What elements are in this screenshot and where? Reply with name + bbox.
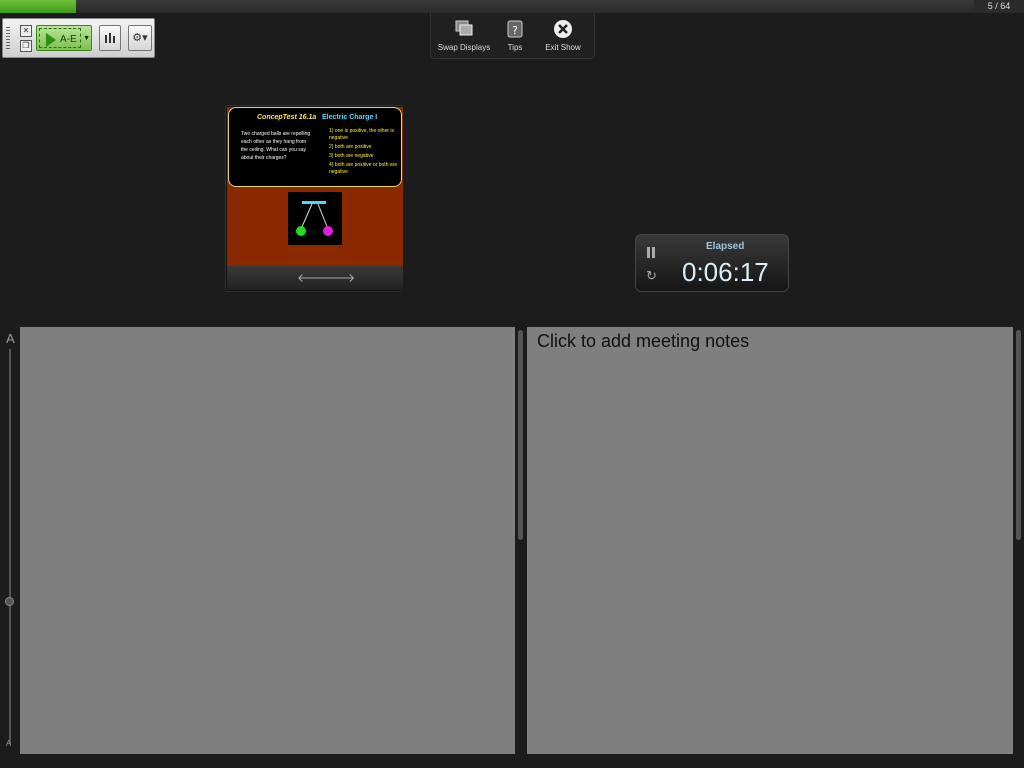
- slide-progress-fill: [0, 0, 76, 13]
- slide-option: 2) both are positive: [329, 144, 372, 150]
- slide-title: ConcepTest 16.1a: [257, 114, 317, 121]
- meeting-notes-scrollbar[interactable]: [1016, 330, 1021, 540]
- copy-icon[interactable]: ❐: [20, 40, 32, 52]
- start-poll-inner: A-E: [39, 28, 81, 48]
- presenter-notes-area[interactable]: [20, 327, 515, 754]
- current-slide-preview[interactable]: ConcepTest 16.1a Electric Charge I Two c…: [225, 105, 403, 292]
- exit-show-label: Exit Show: [545, 43, 581, 52]
- start-poll-label: A-E: [60, 34, 77, 45]
- settings-button[interactable]: ⚙▾: [128, 25, 152, 51]
- bar-chart-icon: [105, 33, 115, 43]
- close-circle-icon: [554, 20, 572, 38]
- font-size-slider: A A: [0, 327, 20, 754]
- reset-icon[interactable]: ↻: [646, 268, 657, 284]
- swap-displays-label: Swap Displays: [437, 43, 491, 52]
- slide-question-box: ConcepTest 16.1a Electric Charge I Two c…: [228, 107, 402, 187]
- elapsed-timer: Elapsed ↻ 0:06:17: [635, 234, 789, 292]
- font-size-small-label: A: [6, 739, 12, 748]
- next-slide-arrow-icon[interactable]: 🡒: [323, 270, 355, 285]
- chevron-down-icon[interactable]: ▼: [83, 35, 90, 42]
- swap-displays-button[interactable]: Swap Displays: [437, 17, 491, 52]
- slide-counter: 5 / 64: [974, 0, 1024, 13]
- bar-chart-button[interactable]: [99, 25, 121, 51]
- svg-text:?: ?: [512, 24, 518, 37]
- presenter-controls: Swap Displays ? Tips Exit Show: [430, 13, 595, 59]
- play-icon: [46, 33, 56, 47]
- question-icon: ?: [507, 20, 523, 38]
- timer-value: 0:06:17: [682, 257, 769, 287]
- meeting-notes-placeholder: Click to add meeting notes: [537, 331, 750, 351]
- slide-question: Two charged balls are repelling each oth…: [241, 131, 311, 161]
- slide-progress-bar: [0, 0, 974, 13]
- timer-label: Elapsed: [706, 241, 745, 252]
- meeting-notes-area[interactable]: Click to add meeting notes: [527, 327, 1013, 754]
- font-size-knob[interactable]: [5, 597, 14, 606]
- pause-icon[interactable]: [646, 247, 656, 258]
- slide-option: 3) both are negative: [329, 153, 374, 159]
- slide-options: 1) one is positive, the other is negativ…: [329, 128, 401, 178]
- tips-label: Tips: [507, 43, 523, 52]
- presenter-notes-scrollbar[interactable]: [518, 330, 523, 540]
- slide-option: 4) both are positive or both are negativ…: [329, 162, 398, 175]
- close-icon[interactable]: ✕: [20, 25, 32, 37]
- gear-icon: ⚙▾: [132, 32, 148, 44]
- font-size-large-label: A: [6, 331, 15, 346]
- start-poll-button[interactable]: A-E ▼: [36, 25, 92, 51]
- clicker-toolbar: ✕ ❐ A-E ▼ ⚙▾: [2, 18, 155, 58]
- slide-image: ConcepTest 16.1a Electric Charge I Two c…: [227, 107, 403, 267]
- exit-show-button[interactable]: Exit Show: [536, 17, 590, 52]
- tips-button[interactable]: ? Tips: [488, 17, 542, 52]
- slide-navigation: 🡐 🡒: [227, 266, 403, 290]
- swap-displays-icon: [455, 20, 473, 36]
- slide-subtitle: Electric Charge I: [322, 114, 378, 121]
- font-size-track[interactable]: [9, 349, 11, 744]
- hanging-balls-illustration: [288, 192, 342, 245]
- toolbar-drag-handle[interactable]: [6, 27, 10, 51]
- slide-option: 1) one is positive, the other is negativ…: [329, 128, 395, 141]
